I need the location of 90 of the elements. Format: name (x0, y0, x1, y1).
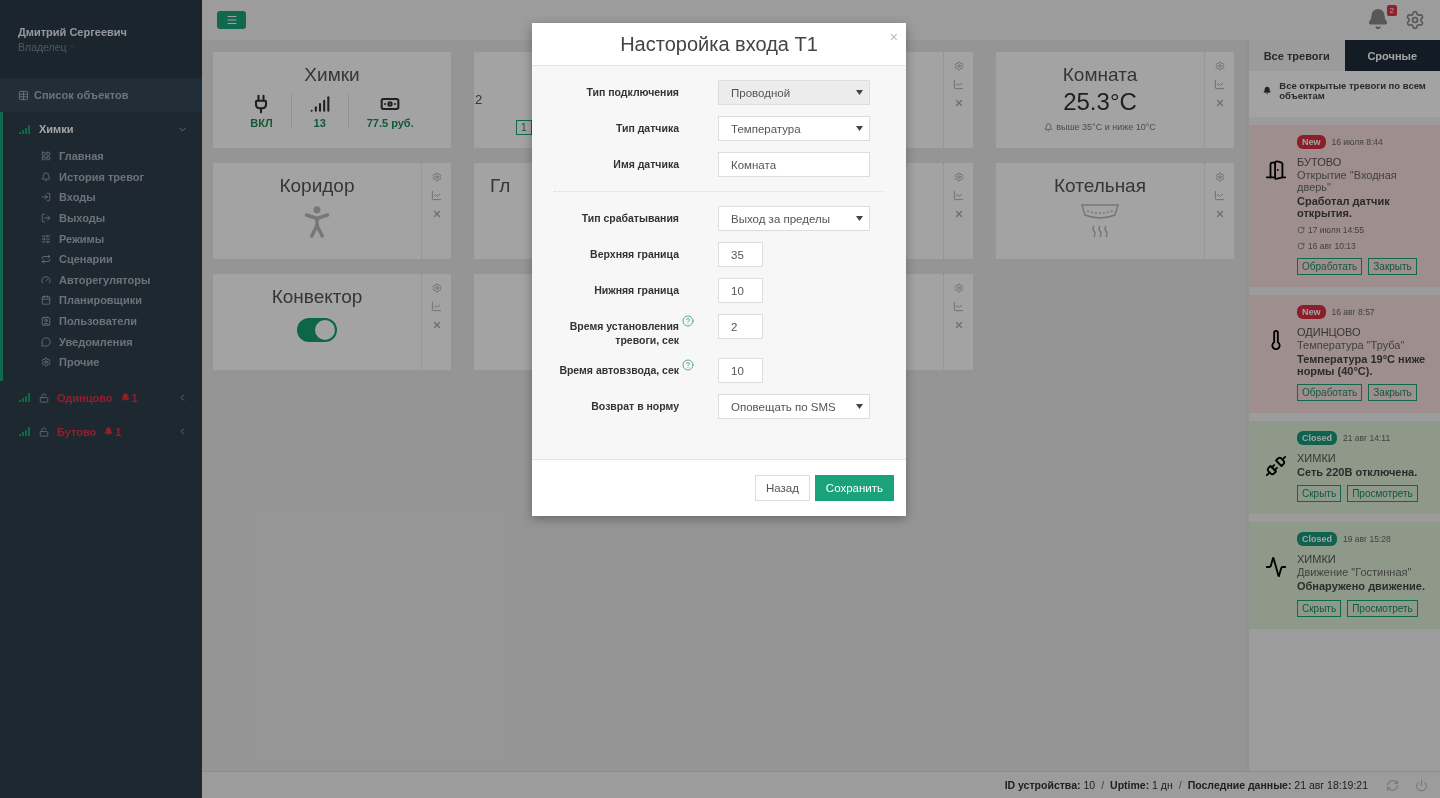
menu-item[interactable]: Пользователи (3, 310, 202, 332)
history-time: 17 июля 14:55 (1308, 225, 1364, 236)
stat-value: 77.5 руб. (366, 117, 414, 129)
menu-item[interactable]: История тревог (3, 166, 202, 188)
stat-value: 13 (313, 117, 326, 129)
alert-button[interactable]: Скрыть (1297, 485, 1342, 503)
menu-item[interactable]: Прочие (3, 351, 202, 373)
card-title: Коридор (279, 175, 355, 197)
alert-place: БУТОВО (1297, 155, 1343, 168)
alarm-count: 1 (104, 425, 122, 438)
card-badge: 1 (516, 120, 532, 135)
alerts-tab[interactable]: Срочные (1344, 40, 1440, 71)
field-label: Верхняя граница (589, 247, 679, 262)
field-label: Возврат в норму (590, 399, 679, 414)
status-item: ID устройства: 10 (1004, 779, 1096, 791)
input-field[interactable]: 2 (718, 314, 763, 339)
select-field[interactable]: Оповещать по SMS (718, 394, 870, 420)
alert-title: Открытие "Входная дверь" (1297, 168, 1398, 193)
object-item[interactable]: Химки (3, 112, 202, 146)
user-name: Дмитрий Сергеевич (18, 26, 128, 38)
objects-link[interactable]: Список объектов (0, 78, 202, 112)
alarm-count: 1 (120, 391, 138, 404)
save-button[interactable]: Сохранить (814, 475, 894, 501)
history-time: 16 авг 10:13 (1308, 241, 1356, 252)
alert-title: Движение "Гостинная" (1297, 566, 1413, 579)
menu-item[interactable]: Планировщики (3, 290, 202, 311)
alert-time: 19 авг 15:28 (1343, 534, 1391, 545)
stat-value: ВКЛ (250, 117, 273, 129)
status-item: Uptime: 1 дн (1110, 779, 1173, 791)
status-item: Последние данные: 21 авг 18:19:21 (1187, 779, 1368, 791)
alert-button[interactable]: Закрыть (1368, 384, 1417, 402)
status-badge: Closed (1297, 431, 1337, 446)
field-label: Время установления тревоги, сек (568, 319, 679, 348)
menu-item[interactable]: Главная (3, 146, 202, 167)
temperature-value: 25.3°C (1063, 88, 1137, 116)
threshold-note: выше 35°C и ниже 10°C (1056, 122, 1156, 132)
card-value: 2 (475, 92, 483, 107)
menu-item[interactable]: Режимы (3, 228, 202, 249)
input-field[interactable]: 35 (718, 242, 763, 267)
alert-button[interactable]: Закрыть (1368, 258, 1417, 276)
alert-time: 16 авг 8:57 (1331, 307, 1375, 318)
input-field[interactable]: 10 (718, 278, 763, 303)
dialog-title: Насторойка входа Т1 (620, 32, 818, 56)
object-item[interactable]: Одинцово 1 (3, 380, 202, 415)
notification-count: 2 (1386, 5, 1397, 16)
alert-title: Температура "Труба" (1297, 339, 1406, 352)
field-label: Нижняя граница (593, 283, 679, 298)
card-title: Химки (304, 64, 360, 86)
card-title: Котельная (1054, 175, 1146, 197)
field-label: Тип подключения (585, 85, 679, 100)
card-title: Комната (1062, 64, 1138, 86)
separator: / (1101, 779, 1105, 791)
close-button[interactable]: × (889, 29, 898, 45)
field-label: Имя датчика (612, 157, 679, 172)
menu-item[interactable]: Выходы (3, 207, 202, 229)
alert-message: Сработал датчик открытия. (1297, 194, 1391, 220)
alert-button[interactable]: Просмотреть (1347, 599, 1418, 617)
input-field[interactable]: 10 (718, 358, 763, 384)
alert-place: ХИМКИ (1297, 452, 1337, 465)
status-badge: New (1297, 305, 1326, 320)
select-field[interactable]: Температура (718, 116, 870, 141)
menu-item[interactable]: Входы (3, 187, 202, 208)
back-button[interactable]: Назад (754, 475, 810, 501)
object-item[interactable]: Бутово 1 (3, 414, 202, 449)
card-title: Конвектор (271, 286, 363, 308)
menu-item[interactable]: Сценарии (3, 248, 202, 270)
select-field[interactable]: Выход за пределы (718, 206, 870, 231)
separator: / (1178, 779, 1182, 791)
field-label: Тип срабатывания (580, 211, 679, 226)
alert-time: 16 июля 8:44 (1331, 136, 1383, 147)
alert-button[interactable]: Обработать (1297, 258, 1363, 276)
alert-button[interactable]: Просмотреть (1347, 485, 1418, 503)
alert-time: 21 авг 14:11 (1343, 433, 1391, 444)
alert-place: ОДИНЦОВО (1297, 326, 1362, 339)
menu-item[interactable]: Авторегуляторы (3, 269, 202, 291)
alert-button[interactable]: Обработать (1297, 384, 1363, 402)
status-badge: Closed (1297, 532, 1337, 547)
alert-message: Обнаружено движение. (1297, 580, 1425, 593)
menu-item[interactable]: Уведомления (3, 331, 202, 352)
field-label: Тип датчика (614, 121, 679, 136)
input-field[interactable]: Комната (718, 152, 870, 177)
alert-button[interactable]: Скрыть (1297, 599, 1342, 617)
status-badge: New (1297, 134, 1326, 149)
alert-message: Температура 19°C ниже нормы (40°C). (1297, 353, 1427, 378)
field-label: Время автовзвода, сек (558, 363, 679, 378)
info-text: Все открытые тревоги по всем объектам (1279, 81, 1426, 101)
alert-place: ХИМКИ (1297, 553, 1337, 566)
card-title: Гл (490, 175, 511, 197)
alerts-tab[interactable]: Все тревоги (1249, 40, 1345, 71)
alert-message: Сеть 220В отключена. (1297, 466, 1418, 479)
